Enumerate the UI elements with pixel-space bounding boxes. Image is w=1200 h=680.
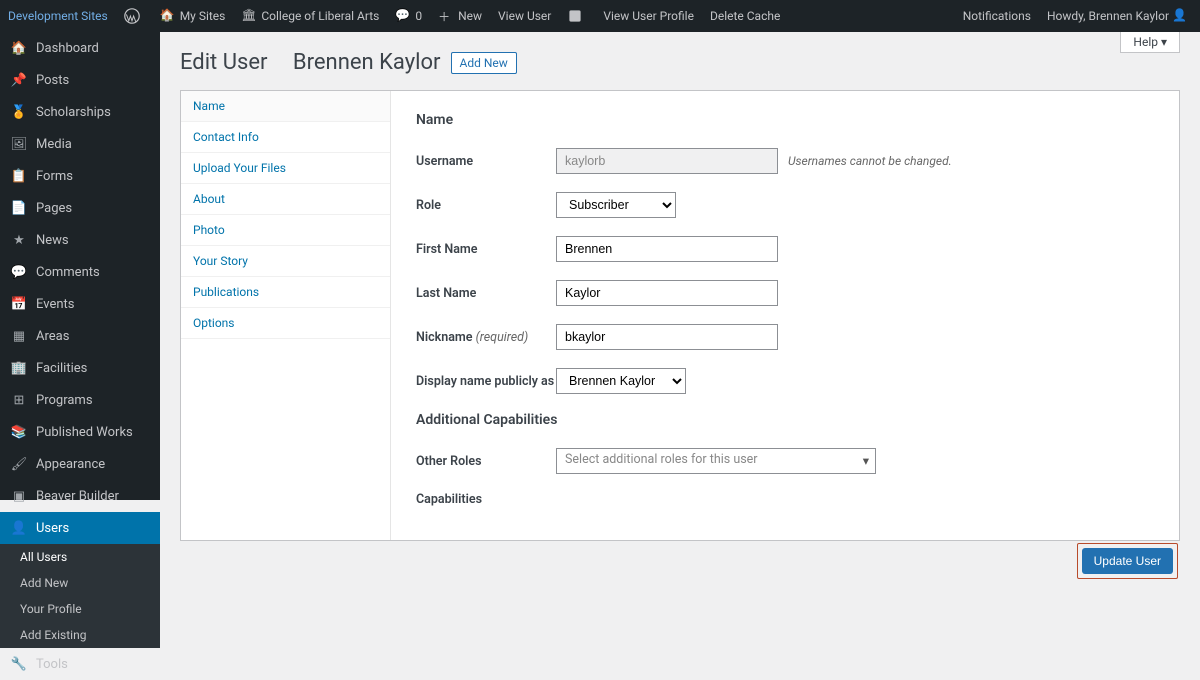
display-name-select[interactable]: Brennen Kaylor <box>556 368 686 394</box>
sidebar-item-users[interactable]: 👤Users <box>0 512 160 544</box>
display-name-label: Display name publicly as <box>416 374 556 389</box>
sidebar-item-pages[interactable]: 📄Pages <box>0 192 160 224</box>
help-tab[interactable]: Help ▾ <box>1120 32 1180 53</box>
last-name-label: Last Name <box>416 286 556 301</box>
other-roles-label: Other Roles <box>416 454 556 469</box>
sidebar-item-events[interactable]: 📅Events <box>0 288 160 320</box>
calendar-icon: 📅 <box>10 295 28 313</box>
comment-icon: 💬 <box>10 263 28 281</box>
book-icon: 📚 <box>10 423 28 441</box>
view-user-profile[interactable]: View User Profile <box>595 0 702 32</box>
grid-icon: ▦ <box>10 327 28 345</box>
admin-sidebar: 🏠Dashboard 📌Posts 🏅Scholarships 🖼Media 📋… <box>0 32 160 500</box>
last-name-input[interactable] <box>556 280 778 306</box>
avatar-icon: 👤 <box>1172 8 1188 24</box>
page-title: Edit User Brennen Kaylor Add New <box>180 50 1180 75</box>
sidebar-item-forms[interactable]: 📋Forms <box>0 160 160 192</box>
subnav-publications[interactable]: Publications <box>181 277 390 308</box>
section-nav: Name Contact Info Upload Your Files Abou… <box>181 91 391 540</box>
sidebar-item-media[interactable]: 🖼Media <box>0 128 160 160</box>
delete-cache[interactable]: Delete Cache <box>702 0 788 32</box>
subnav-story[interactable]: Your Story <box>181 246 390 277</box>
howdy-account[interactable]: Howdy, Brennen Kaylor 👤 <box>1039 0 1200 32</box>
my-sites[interactable]: 🏠My Sites <box>152 0 234 32</box>
sidebar-sub-all-users[interactable]: All Users <box>0 544 160 570</box>
username-input <box>556 148 778 174</box>
star-icon: ★ <box>10 231 28 249</box>
sidebar-item-published-works[interactable]: 📚Published Works <box>0 416 160 448</box>
nickname-input[interactable] <box>556 324 778 350</box>
user-icon: 👤 <box>10 519 28 537</box>
sidebar-item-appearance[interactable]: 🖌Appearance <box>0 448 160 480</box>
comments-bubble[interactable]: 💬0 <box>387 0 430 32</box>
forms-icon: 📋 <box>10 167 28 185</box>
subnav-name[interactable]: Name <box>181 91 390 122</box>
sidebar-item-beaver-builder[interactable]: ▣Beaver Builder <box>0 480 160 512</box>
section-heading-name: Name <box>416 112 1154 128</box>
programs-icon: ⊞ <box>10 391 28 409</box>
sidebar-item-posts[interactable]: 📌Posts <box>0 64 160 96</box>
section-heading-capabilities: Additional Capabilities <box>416 412 1154 428</box>
other-roles-select[interactable]: Select additional roles for this user <box>556 448 876 474</box>
wp-logo-icon[interactable] <box>116 0 152 32</box>
sidebar-sub-your-profile[interactable]: Your Profile <box>0 596 160 622</box>
content-area: Help ▾ Edit User Brennen Kaylor Add New … <box>160 32 1200 601</box>
new-content[interactable]: ＋New <box>430 0 490 32</box>
subnav-contact[interactable]: Contact Info <box>181 122 390 153</box>
sidebar-sub-add-existing[interactable]: Add Existing <box>0 622 160 648</box>
subnav-about[interactable]: About <box>181 184 390 215</box>
nickname-label: Nickname (required) <box>416 330 556 345</box>
yoast-icon[interactable] <box>559 0 595 32</box>
sidebar-item-facilities[interactable]: 🏢Facilities <box>0 352 160 384</box>
sidebar-item-news[interactable]: ★News <box>0 224 160 256</box>
notifications[interactable]: Notifications <box>955 0 1039 32</box>
tools-icon: 🔧 <box>10 655 28 673</box>
pin-icon: 📌 <box>10 71 28 89</box>
username-label: Username <box>416 154 556 169</box>
view-user[interactable]: View User <box>490 0 559 32</box>
update-user-button[interactable]: Update User <box>1082 548 1173 574</box>
beaver-icon: ▣ <box>10 487 28 505</box>
site-network[interactable]: Development Sites <box>0 0 116 32</box>
role-label: Role <box>416 198 556 213</box>
update-highlight: Update User <box>1077 543 1178 579</box>
sidebar-item-dashboard[interactable]: 🏠Dashboard <box>0 32 160 64</box>
sidebar-sub-add-new[interactable]: Add New <box>0 570 160 596</box>
first-name-input[interactable] <box>556 236 778 262</box>
award-icon: 🏅 <box>10 103 28 121</box>
subnav-photo[interactable]: Photo <box>181 215 390 246</box>
sidebar-item-areas[interactable]: ▦Areas <box>0 320 160 352</box>
username-hint: Usernames cannot be changed. <box>788 154 952 168</box>
sidebar-item-programs[interactable]: ⊞Programs <box>0 384 160 416</box>
pages-icon: 📄 <box>10 199 28 217</box>
brush-icon: 🖌 <box>10 455 28 473</box>
subnav-options[interactable]: Options <box>181 308 390 339</box>
dashboard-icon: 🏠 <box>10 39 28 57</box>
edit-panel: Name Contact Info Upload Your Files Abou… <box>180 90 1180 541</box>
sidebar-item-tools[interactable]: 🔧Tools <box>0 648 160 680</box>
sidebar-item-scholarships[interactable]: 🏅Scholarships <box>0 96 160 128</box>
current-site[interactable]: 🏛College of Liberal Arts <box>233 0 387 32</box>
add-new-button[interactable]: Add New <box>451 52 517 74</box>
form-wrap: Name Username Usernames cannot be change… <box>391 91 1179 540</box>
building-icon: 🏢 <box>10 359 28 377</box>
first-name-label: First Name <box>416 242 556 257</box>
sidebar-item-comments[interactable]: 💬Comments <box>0 256 160 288</box>
subnav-upload[interactable]: Upload Your Files <box>181 153 390 184</box>
admin-bar: Development Sites 🏠My Sites 🏛College of … <box>0 0 1200 32</box>
media-icon: 🖼 <box>10 135 28 153</box>
role-select[interactable]: Subscriber <box>556 192 676 218</box>
